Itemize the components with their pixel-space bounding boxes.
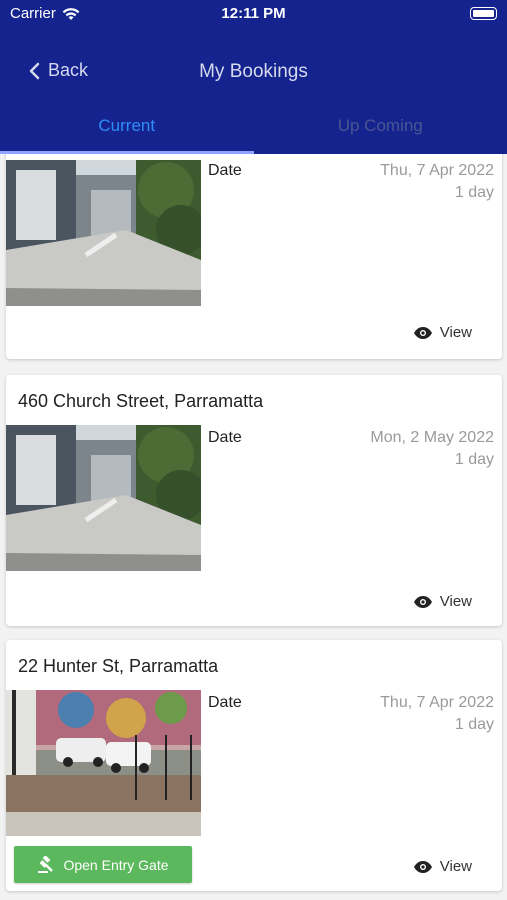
booking-card: 22 Hunter St, Parramatta Date Thu, 7 Apr… xyxy=(6,640,502,891)
booking-card: 460 Church Street, Parramatta Date Mon, … xyxy=(6,375,502,626)
status-bar: Carrier 12:11 PM xyxy=(0,0,507,30)
view-button[interactable]: View xyxy=(413,858,472,875)
view-label: View xyxy=(439,593,472,610)
tab-current[interactable]: Current xyxy=(0,96,254,154)
parking-photo xyxy=(6,425,201,571)
status-time: 12:11 PM xyxy=(221,5,286,22)
eye-icon xyxy=(413,326,432,339)
app-header: Carrier 12:11 PM Back My Bookings Curren… xyxy=(0,0,507,154)
page-title: My Bookings xyxy=(199,61,308,82)
eye-icon xyxy=(413,860,432,873)
booking-date-text: Thu, 7 Apr 2022 xyxy=(380,162,494,179)
booking-tabs: Current Up Coming xyxy=(0,96,507,154)
booking-duration: 1 day xyxy=(454,184,494,201)
booking-card: Date Thu, 7 Apr 2022 1 day View xyxy=(6,154,502,359)
booking-date: Thu, 7 Apr 2022 1 day xyxy=(380,160,494,204)
bookings-list[interactable]: Date Thu, 7 Apr 2022 1 day View 460 Chur… xyxy=(0,154,507,900)
tab-upcoming[interactable]: Up Coming xyxy=(254,96,507,154)
booking-date: Thu, 7 Apr 2022 1 day xyxy=(380,692,494,736)
open-entry-gate-button[interactable]: Open Entry Gate xyxy=(14,846,192,883)
gavel-icon xyxy=(38,855,54,873)
date-label: Date xyxy=(208,694,242,711)
booking-duration: 1 day xyxy=(454,451,494,468)
booking-date-text: Mon, 2 May 2022 xyxy=(370,429,494,446)
date-label: Date xyxy=(208,162,242,179)
date-label: Date xyxy=(208,429,242,446)
view-label: View xyxy=(439,858,472,875)
booking-date-text: Thu, 7 Apr 2022 xyxy=(380,694,494,711)
parking-photo xyxy=(6,690,201,836)
view-button[interactable]: View xyxy=(413,593,472,610)
nav-bar: Back My Bookings xyxy=(0,50,507,94)
booking-duration: 1 day xyxy=(454,716,494,733)
view-button[interactable]: View xyxy=(413,324,472,341)
parking-photo xyxy=(6,160,201,306)
view-label: View xyxy=(439,324,472,341)
battery-icon xyxy=(470,7,497,20)
gate-label: Open Entry Gate xyxy=(63,856,169,873)
booking-address: 460 Church Street, Parramatta xyxy=(18,391,264,411)
booking-address: 22 Hunter St, Parramatta xyxy=(18,656,219,676)
eye-icon xyxy=(413,595,432,608)
booking-date: Mon, 2 May 2022 1 day xyxy=(370,427,494,471)
